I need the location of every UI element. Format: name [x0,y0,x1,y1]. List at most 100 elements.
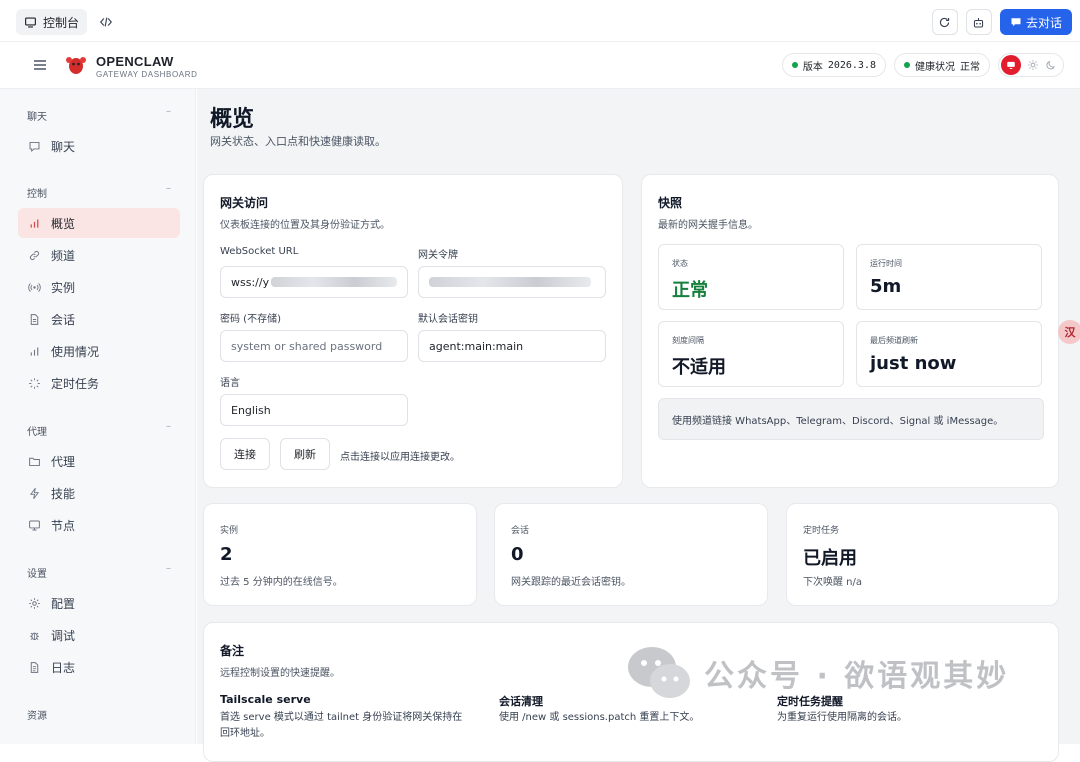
sidebar-item-agents[interactable]: 代理 [18,446,180,476]
sidebar-item-usage[interactable]: 使用情况 [18,336,180,366]
sidebar-item-debug[interactable]: 调试 [18,620,180,650]
note-text: 使用 /new 或 sessions.patch 重置上下文。 [499,712,700,723]
watermark-text: 公众号 · 欲语观其妙 [704,659,1010,694]
reload-button[interactable] [931,9,958,35]
console-tab[interactable]: 控制台 [16,9,88,35]
console-tab-label: 控制台 [43,15,80,30]
code-view-button[interactable] [91,9,121,35]
card-title: 快照 [658,196,683,210]
metric-subtitle: 过去 5 分钟内的在线信号。 [220,577,343,588]
sidebar-section-settings[interactable]: 设置 [27,565,47,580]
brand: OPENCLAW GATEWAY DASHBOARD [96,54,197,79]
session-key-label: 默认会话密钥 [418,314,478,325]
metric-label: 实例 [220,526,239,536]
collapse-icon[interactable]: – [166,563,171,574]
wechat-logo-icon [628,647,690,698]
sidebar-item-label: 调试 [51,628,76,643]
gateway-token-label: 网关令牌 [418,250,458,261]
metric-label: 会话 [511,526,530,536]
go-chat-button[interactable]: 去对话 [999,9,1072,35]
toolbar-actions: 去对话 [931,9,1072,35]
bar-chart-icon [30,218,39,228]
stat-label: 刻度间隔 [672,336,704,345]
monitor-icon [25,16,36,28]
theme-brand-button[interactable] [1001,55,1021,75]
connect-hint: 点击连接以应用连接更改。 [340,452,460,463]
metric-card-instances: 实例 2 过去 5 分钟内的在线信号。 [203,503,477,606]
websocket-url-input[interactable]: wss://y [220,266,408,298]
radio-icon [28,282,41,292]
card-subtitle: 最新的网关握手信息。 [658,220,758,231]
sidebar-section-agents[interactable]: 代理 [27,423,47,438]
redacted-blur [429,277,591,287]
status-dot-icon [904,62,910,68]
stat-value: 不适用 [672,357,726,378]
document-icon [30,313,39,325]
sidebar-item-label: 使用情况 [51,344,100,359]
stat-last-channel-refresh: 最后频道刷新 just now [856,321,1042,387]
sidebar-item-instances[interactable]: 实例 [18,272,180,302]
sun-icon[interactable] [1027,59,1039,71]
language-select[interactable]: English [220,394,408,426]
page-subtitle: 网关状态、入口点和快速健康读取。 [210,135,386,148]
gear-icon [29,597,40,609]
hamburger-menu-icon[interactable] [32,57,48,73]
password-label: 密码 (不存储) [220,314,281,325]
sidebar-section-resources[interactable]: 资源 [27,707,47,722]
sidebar-item-sessions[interactable]: 会话 [18,304,180,334]
metric-subtitle: 下次唤醒 n/a [803,577,863,588]
sidebar-item-overview[interactable]: 概览 [18,208,180,238]
card-subtitle: 仪表板连接的位置及其身份验证方式。 [220,220,390,231]
stat-tick-interval: 刻度间隔 不适用 [658,321,844,387]
refresh-icon [940,17,950,27]
note-title: 会话清理 [499,695,543,708]
metric-card-cron: 定时任务 已启用 下次唤醒 n/a [786,503,1059,606]
sidebar-item-label: 实例 [51,280,76,295]
translate-badge[interactable]: 汉 [1058,320,1080,344]
stat-value: just now [870,353,957,374]
chat-bubble-icon [1011,18,1021,27]
language-label: 语言 [220,378,240,389]
sidebar-item-skills[interactable]: 技能 [18,478,180,508]
page-title: 概览 [210,107,255,132]
link-icon [29,250,40,260]
bot-button[interactable] [965,9,992,35]
websocket-url-value: wss://y [231,275,270,289]
screen-icon [1007,61,1015,69]
collapse-icon[interactable]: – [166,183,171,194]
sidebar-item-nodes[interactable]: 节点 [18,510,180,540]
code-icon [100,17,113,27]
sidebar-item-config[interactable]: 配置 [18,588,180,618]
sidebar-item-cron[interactable]: 定时任务 [18,368,180,398]
sidebar-item-chat[interactable]: 聊天 [18,131,180,161]
stat-label: 状态 [672,259,688,268]
sidebar-item-label: 概览 [51,216,76,231]
brand-name: OPENCLAW [96,54,174,69]
note-text: 为重复运行使用隔离的会话。 [777,712,907,723]
sidebar-section-chat[interactable]: 聊天 [27,108,47,123]
folder-icon [29,457,40,466]
sidebar-item-channels[interactable]: 频道 [18,240,180,270]
gateway-token-input[interactable] [418,266,606,298]
version-pill: 版本 2026.3.8 [781,53,886,77]
sidebar-section-control[interactable]: 控制 [27,185,47,200]
moon-icon[interactable] [1045,59,1057,71]
metric-card-sessions: 会话 0 网关跟踪的最近会话密钥。 [494,503,768,606]
sidebar-item-logs[interactable]: 日志 [18,652,180,682]
brand-subtitle: GATEWAY DASHBOARD [96,70,198,79]
connect-button[interactable]: 连接 [220,438,270,470]
password-input[interactable]: system or shared password [220,330,408,362]
stat-label: 运行时间 [870,259,902,268]
refresh-button[interactable]: 刷新 [280,438,330,470]
collapse-icon[interactable]: – [166,106,171,117]
collapse-icon[interactable]: – [166,421,171,432]
stat-status: 状态 正常 [658,244,844,310]
message-icon [29,141,40,152]
card-title: 网关访问 [220,196,269,210]
health-label: 健康状况 [915,61,955,73]
version-value: 2026.3.8 [827,59,876,71]
session-key-input[interactable]: agent:main:main [418,330,606,362]
sidebar-item-label: 配置 [51,596,76,611]
channels-notice: 使用频道链接 WhatsApp、Telegram、Discord、Signal … [658,398,1044,440]
sidebar-item-label: 聊天 [51,139,76,154]
